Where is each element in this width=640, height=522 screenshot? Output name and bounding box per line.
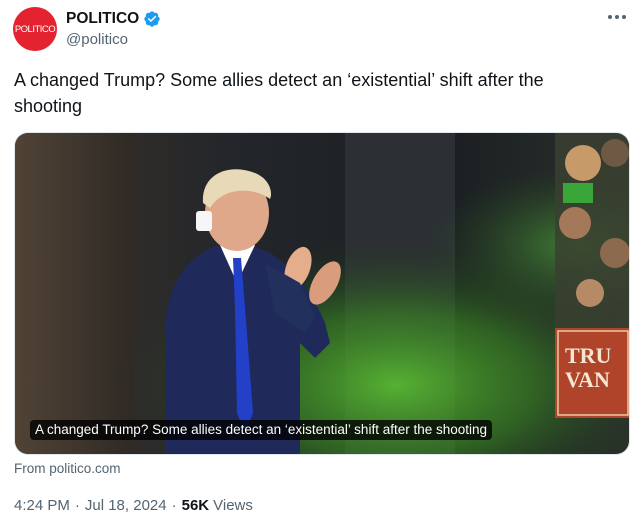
sign-text-2: VAN: [565, 367, 610, 392]
tweet-time[interactable]: 4:24 PM: [14, 497, 70, 514]
meta-separator: ·: [171, 497, 177, 514]
more-horizontal-icon[interactable]: [606, 9, 628, 25]
card-caption: A changed Trump? Some allies detect an ‘…: [30, 420, 493, 440]
card-source-link[interactable]: From politico.com: [14, 461, 121, 476]
author-name-row: POLITICO: [66, 9, 161, 29]
link-card[interactable]: TRU VAN A changed Trump? Some allies det…: [14, 132, 630, 455]
tweet-date[interactable]: Jul 18, 2024: [85, 497, 167, 514]
tweet-text: A changed Trump? Some allies detect an ‘…: [14, 70, 544, 116]
views-count: 56K: [181, 497, 210, 514]
views-label: Views: [213, 497, 253, 514]
avatar-logo-text: POLITICO: [14, 23, 56, 35]
sign-text-1: TRU: [565, 343, 612, 368]
avatar[interactable]: POLITICO: [13, 7, 57, 51]
verified-badge-icon: [143, 10, 161, 28]
card-image: TRU VAN: [15, 133, 629, 454]
tweet-meta: 4:24 PM · Jul 18, 2024 · 56K Views: [14, 497, 253, 514]
account-handle[interactable]: @politico: [66, 31, 128, 48]
meta-separator: ·: [74, 497, 80, 514]
display-name[interactable]: POLITICO: [66, 10, 139, 28]
